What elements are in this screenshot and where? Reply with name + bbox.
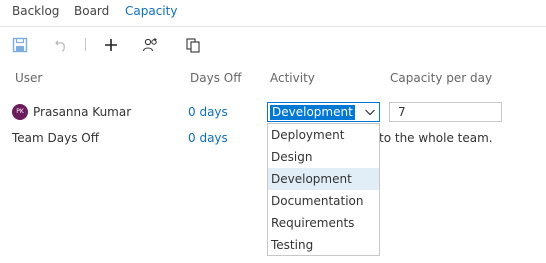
user-name: Prasanna Kumar [33, 105, 132, 119]
team-days-off-note: to the whole team. [379, 131, 493, 145]
activity-option-testing[interactable]: Testing [268, 234, 379, 256]
undo-icon[interactable] [52, 36, 70, 54]
activity-option-development[interactable]: Development [268, 168, 379, 190]
tab-backlog[interactable]: Backlog [12, 3, 59, 19]
copy-icon[interactable] [184, 36, 202, 54]
activity-select[interactable]: Development [267, 102, 380, 122]
tab-capacity[interactable]: Capacity [125, 3, 177, 19]
activity-option-requirements[interactable]: Requirements [268, 212, 379, 234]
activity-option-documentation[interactable]: Documentation [268, 190, 379, 212]
capacity-per-day-input[interactable]: 7 [389, 102, 502, 122]
activity-select-value: Development [270, 105, 355, 120]
tabs-divider [0, 26, 546, 27]
add-team-members-icon[interactable] [142, 36, 160, 54]
activity-option-design[interactable]: Design [268, 146, 379, 168]
chevron-down-icon[interactable] [364, 106, 376, 121]
tab-board[interactable]: Board [74, 3, 109, 19]
user-days-off-link[interactable]: 0 days [188, 104, 228, 120]
column-header-activity: Activity [270, 71, 315, 85]
column-header-capacity: Capacity per day [390, 71, 493, 85]
add-icon[interactable] [102, 36, 120, 54]
column-header-days-off: Days Off [190, 71, 242, 85]
save-icon[interactable] [11, 36, 29, 54]
toolbar-separator [85, 38, 86, 51]
column-header-user: User [15, 71, 43, 85]
activity-dropdown-list: Deployment Design Development Documentat… [267, 123, 380, 256]
team-days-off-label: Team Days Off [12, 131, 100, 145]
activity-option-deployment[interactable]: Deployment [268, 124, 379, 146]
avatar: PK [12, 104, 28, 120]
team-days-off-link[interactable]: 0 days [188, 130, 228, 146]
